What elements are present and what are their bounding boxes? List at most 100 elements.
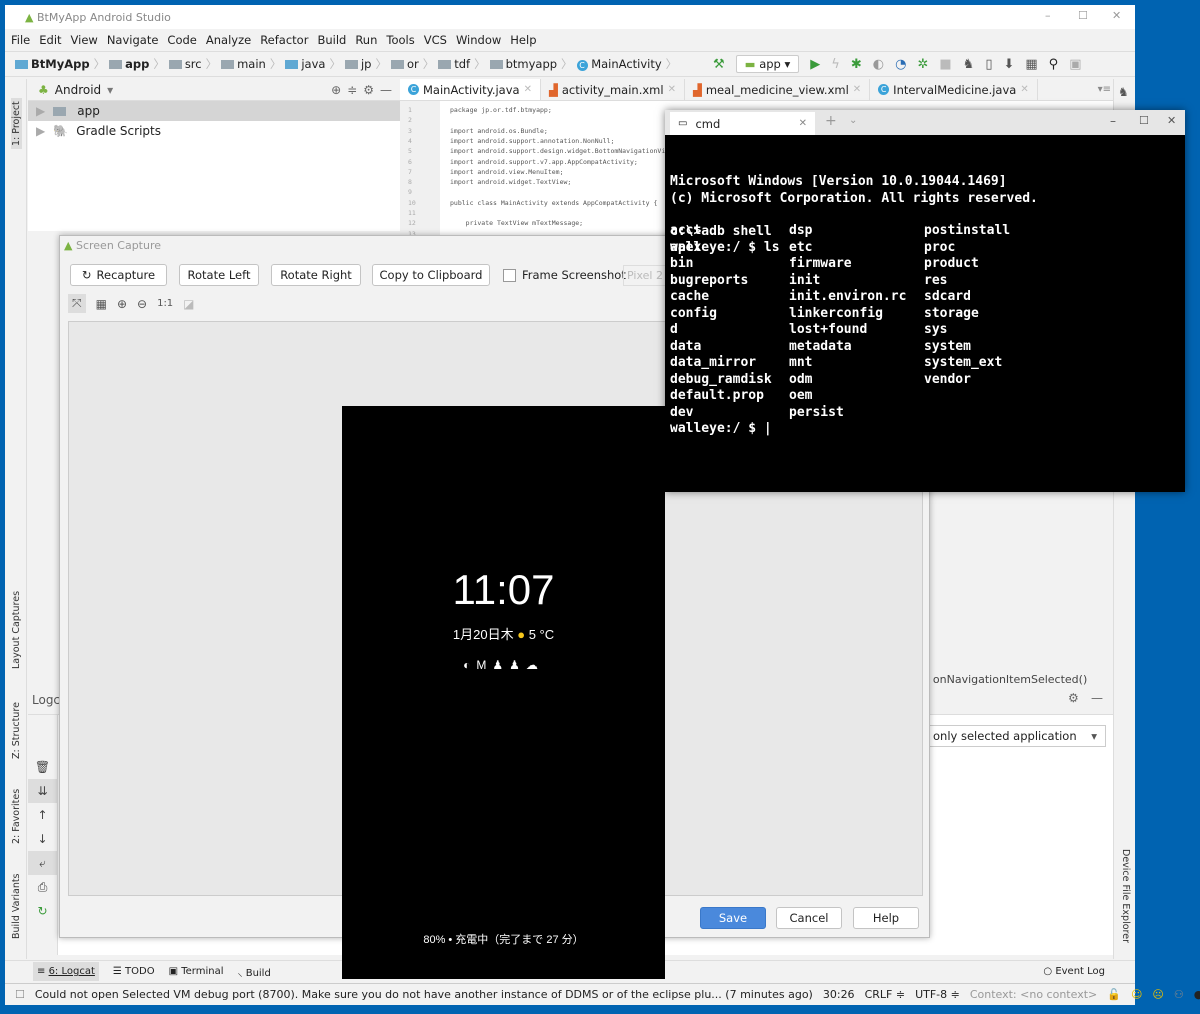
memory-icon[interactable]: ● [1194, 988, 1200, 1001]
tool-layout-captures[interactable]: Layout Captures [11, 591, 22, 669]
tree-item-app[interactable]: ▶ app [28, 101, 400, 121]
zoom-in-icon[interactable]: ⊕ [117, 297, 127, 311]
status-message[interactable]: Could not open Selected VM debug port (8… [35, 988, 813, 1001]
profile-icon[interactable]: ◔ [895, 57, 906, 72]
avd-manager-icon[interactable]: ▯ [985, 57, 992, 72]
gradle-icon[interactable]: ♞ [1118, 85, 1129, 99]
maximize-button[interactable]: ☐ [1139, 114, 1149, 127]
logcat-filter-select[interactable]: only selected application ▾ [928, 725, 1106, 747]
debug-icon[interactable]: ✱ [851, 57, 862, 72]
print-icon[interactable]: ⎙ [28, 875, 57, 899]
menu-analyze[interactable]: Analyze [206, 33, 251, 47]
account-icon[interactable]: ▣ [1069, 57, 1081, 72]
breadcrumb-item[interactable]: src [168, 57, 202, 71]
tab-meal-medicine-view[interactable]: ▟ meal_medicine_view.xml ✕ [685, 79, 871, 100]
tab-list-icon[interactable]: ▾≡ [1098, 84, 1111, 95]
close-button[interactable]: ✕ [1112, 9, 1121, 22]
copy-to-clipboard-button[interactable]: Copy to Clipboard [372, 264, 490, 286]
menu-view[interactable]: View [71, 33, 98, 47]
tool-project[interactable]: 1: Project [11, 98, 22, 149]
inspector-icon[interactable]: ⚇ [1174, 988, 1184, 1001]
menu-window[interactable]: Window [456, 33, 501, 47]
build-hammer-icon[interactable]: ⚒ [713, 57, 725, 72]
project-view-select[interactable]: Android [55, 83, 101, 97]
attach-debugger-icon[interactable]: ✲ [917, 57, 928, 72]
stop-icon[interactable]: ■ [939, 57, 951, 72]
recapture-button[interactable]: ↻ Recapture [70, 264, 167, 286]
cursor-position[interactable]: 30:26 [823, 988, 855, 1001]
frown-icon[interactable]: ☹ [1152, 988, 1163, 1001]
search-icon[interactable]: ⚲ [1049, 57, 1059, 72]
tool-structure[interactable]: Z: Structure [11, 702, 22, 759]
menu-refactor[interactable]: Refactor [260, 33, 308, 47]
menu-vcs[interactable]: VCS [424, 33, 447, 47]
close-tab-icon[interactable]: ✕ [668, 84, 676, 95]
breadcrumb-item[interactable]: jp [344, 57, 371, 71]
sdk-manager-icon[interactable]: ⬇ [1003, 57, 1014, 72]
frame-screenshot-checkbox[interactable]: Frame Screenshot [503, 268, 626, 282]
line-separator[interactable]: CRLF ≑ [865, 988, 906, 1001]
tab-terminal[interactable]: ▣ Terminal [169, 966, 224, 977]
scroll-end-icon[interactable]: ⇊ [28, 779, 57, 803]
restart-icon[interactable]: ↻ [28, 899, 57, 923]
status-toggle-icon[interactable]: ☐ [15, 988, 25, 1001]
grid-icon[interactable]: ▦ [96, 297, 107, 311]
down-arrow-icon[interactable]: ↓ [28, 827, 57, 851]
breadcrumb-item[interactable]: tdf [438, 57, 470, 71]
cmd-tab[interactable]: ▭ cmd ✕ [670, 112, 815, 135]
gear-icon[interactable]: ⚙ [363, 83, 374, 97]
soft-wrap-icon[interactable]: ⤶ [28, 851, 57, 875]
breadcrumb-item[interactable]: java [285, 57, 325, 71]
up-arrow-icon[interactable]: ↑ [28, 803, 57, 827]
dropdown-icon[interactable]: ⌄ [849, 115, 857, 126]
help-button[interactable]: Help [853, 907, 919, 929]
apply-changes-icon[interactable]: ϟ [831, 57, 840, 72]
menu-build[interactable]: Build [317, 33, 346, 47]
menu-navigate[interactable]: Navigate [107, 33, 159, 47]
device-frame-select[interactable]: Pixel 2 [623, 265, 668, 286]
tab-mainactivity[interactable]: C MainActivity.java ✕ [400, 79, 541, 100]
breadcrumb-item[interactable]: app [109, 57, 149, 71]
close-button[interactable]: ✕ [1167, 114, 1176, 127]
file-encoding[interactable]: UTF-8 ≑ [915, 988, 960, 1001]
smile-icon[interactable]: ☺ [1131, 988, 1142, 1001]
rotate-left-button[interactable]: Rotate Left [179, 264, 259, 286]
tool-build-variants[interactable]: Build Variants [11, 873, 22, 939]
menu-edit[interactable]: Edit [39, 33, 61, 47]
minimize-button[interactable]: – [1045, 9, 1051, 22]
close-tab-icon[interactable]: ✕ [1020, 84, 1028, 95]
tree-item-gradle-scripts[interactable]: ▶ 🐘 Gradle Scripts [28, 121, 400, 141]
collapse-icon[interactable]: ≑ [347, 83, 357, 97]
run-config-select[interactable]: ▬ app ▾ [735, 55, 800, 73]
run-icon[interactable]: ▶ [810, 57, 820, 72]
menu-file[interactable]: File [11, 33, 30, 47]
rotate-right-button[interactable]: Rotate Right [271, 264, 361, 286]
cancel-button[interactable]: Cancel [776, 907, 842, 929]
gradle-sync-icon[interactable]: ♞ [963, 57, 975, 72]
breadcrumb-item[interactable]: btmyapp [489, 57, 557, 71]
new-tab-icon[interactable]: + [825, 113, 837, 129]
locate-icon[interactable]: ⊕ [331, 83, 341, 97]
coverage-icon[interactable]: ◐ [873, 57, 884, 72]
menu-run[interactable]: Run [355, 33, 377, 47]
tab-intervalmedicine[interactable]: C IntervalMedicine.java ✕ [870, 79, 1038, 100]
tool-favorites[interactable]: 2: Favorites [11, 789, 22, 844]
tab-logcat[interactable]: ≡ 6: Logcat [33, 962, 99, 981]
fit-window-icon[interactable]: ◪ [183, 297, 194, 311]
close-tab-icon[interactable]: ✕ [799, 118, 807, 129]
hide-icon[interactable]: — [1091, 691, 1103, 705]
zoom-out-icon[interactable]: ⊖ [137, 297, 147, 311]
actual-size-button[interactable]: 1:1 [157, 298, 173, 309]
close-tab-icon[interactable]: ✕ [524, 84, 532, 95]
close-tab-icon[interactable]: ✕ [853, 84, 861, 95]
trash-icon[interactable]: 🗑 [28, 755, 57, 779]
tab-event-log[interactable]: ○ Event Log [1043, 966, 1105, 977]
minimize-button[interactable]: – [1110, 114, 1116, 128]
tab-activity-main[interactable]: ▟ activity_main.xml ✕ [541, 79, 685, 100]
fit-screen-icon[interactable]: ⤧ [68, 294, 86, 313]
tab-todo[interactable]: ☰ TODO [113, 966, 155, 977]
tool-device-file-explorer[interactable]: Device File Explorer [1120, 849, 1131, 943]
breadcrumb-item[interactable]: C MainActivity [576, 57, 662, 71]
menu-help[interactable]: Help [510, 33, 536, 47]
hide-icon[interactable]: — [380, 83, 392, 97]
